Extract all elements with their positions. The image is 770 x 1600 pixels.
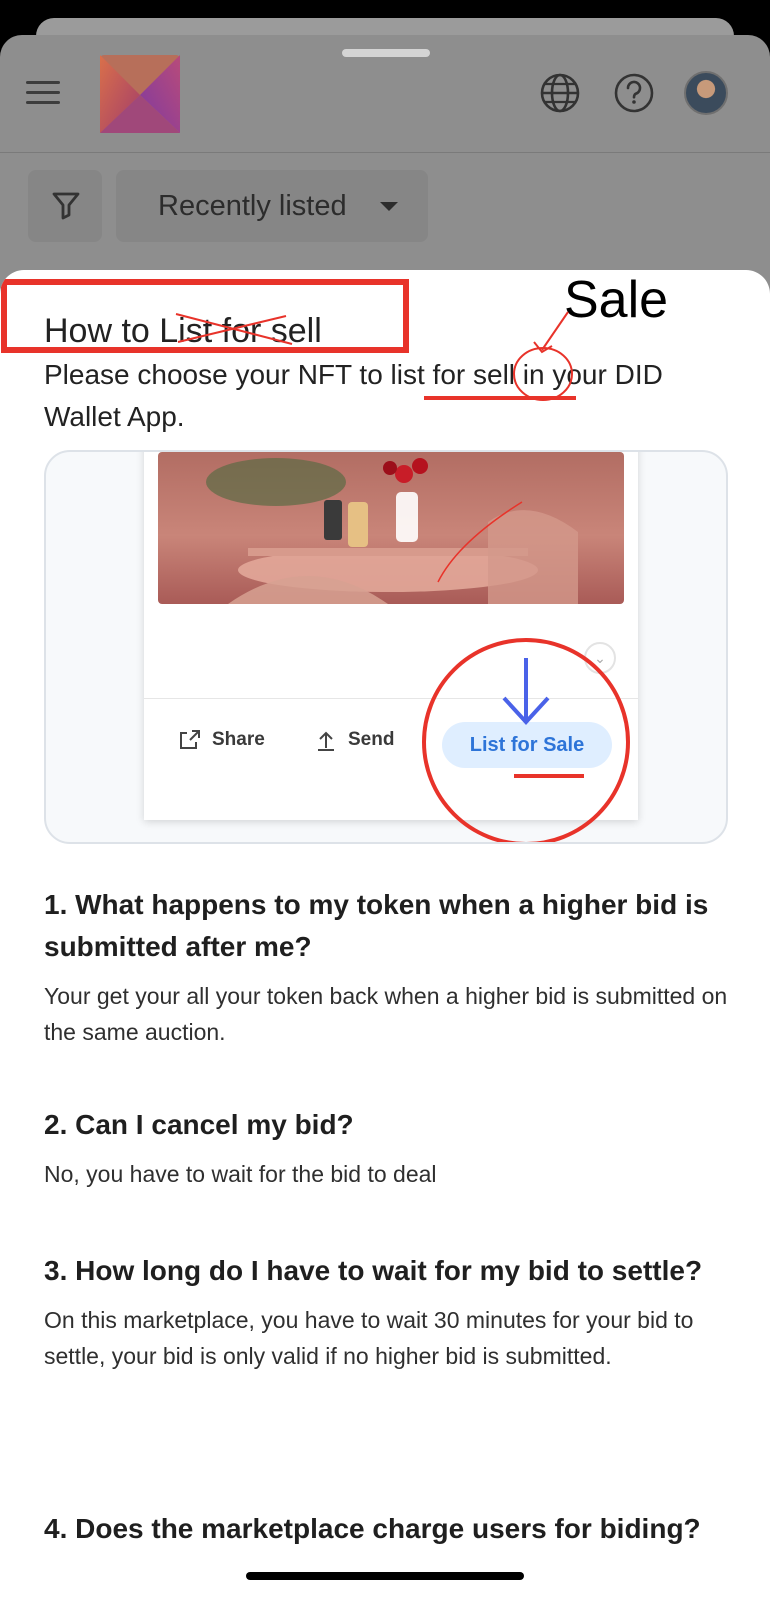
filter-button[interactable] xyxy=(28,170,102,242)
faq-question: 1. What happens to my token when a highe… xyxy=(44,889,709,962)
faq-answer: On this marketplace, you have to wait 30… xyxy=(44,1307,694,1369)
faq-answer: No, you have to wait for the bid to deal xyxy=(44,1161,437,1187)
instruction-image: ⌄ Share Send List for Sale xyxy=(44,450,728,844)
filter-row: Recently listed xyxy=(0,170,770,250)
question-circle-icon[interactable] xyxy=(612,71,656,115)
faq-item-1: 1. What happens to my token when a highe… xyxy=(44,884,734,1050)
faq-item-2: 2. Can I cancel my bid? No, you have to … xyxy=(44,1104,734,1192)
chevron-down-icon xyxy=(380,202,398,211)
title-struck-text: List for xyxy=(159,312,262,350)
title-prefix: How to xyxy=(44,312,160,350)
demo-annotation-marks xyxy=(422,638,630,842)
funnel-icon xyxy=(52,192,80,220)
annotation-sale-text: Sale xyxy=(564,271,669,329)
title-suffix: sell xyxy=(261,312,322,350)
hamburger-menu-icon[interactable] xyxy=(26,81,60,105)
how-to-modal: How to List for sell Please choose your … xyxy=(0,270,770,1600)
marketplace-logo[interactable] xyxy=(100,55,180,133)
faq-item-3: 3. How long do I have to wait for my bid… xyxy=(44,1250,734,1374)
faq-question: 2. Can I cancel my bid? xyxy=(44,1109,354,1140)
globe-icon[interactable] xyxy=(538,71,582,115)
modal-title: How to List for sell xyxy=(44,312,322,351)
modal-description: Please choose your NFT to list for sell … xyxy=(44,359,663,432)
top-bar xyxy=(0,35,770,153)
faq-answer: Your get your all your token back when a… xyxy=(44,983,728,1045)
sort-dropdown[interactable]: Recently listed xyxy=(116,170,428,242)
faq-question: 4. Does the marketplace charge users for… xyxy=(44,1513,701,1544)
faq-item-4: 4. Does the marketplace charge users for… xyxy=(44,1508,734,1550)
faq-question: 3. How long do I have to wait for my bid… xyxy=(44,1255,703,1286)
home-indicator xyxy=(246,1572,524,1580)
user-avatar[interactable] xyxy=(684,71,728,115)
sort-label: Recently listed xyxy=(158,190,347,222)
